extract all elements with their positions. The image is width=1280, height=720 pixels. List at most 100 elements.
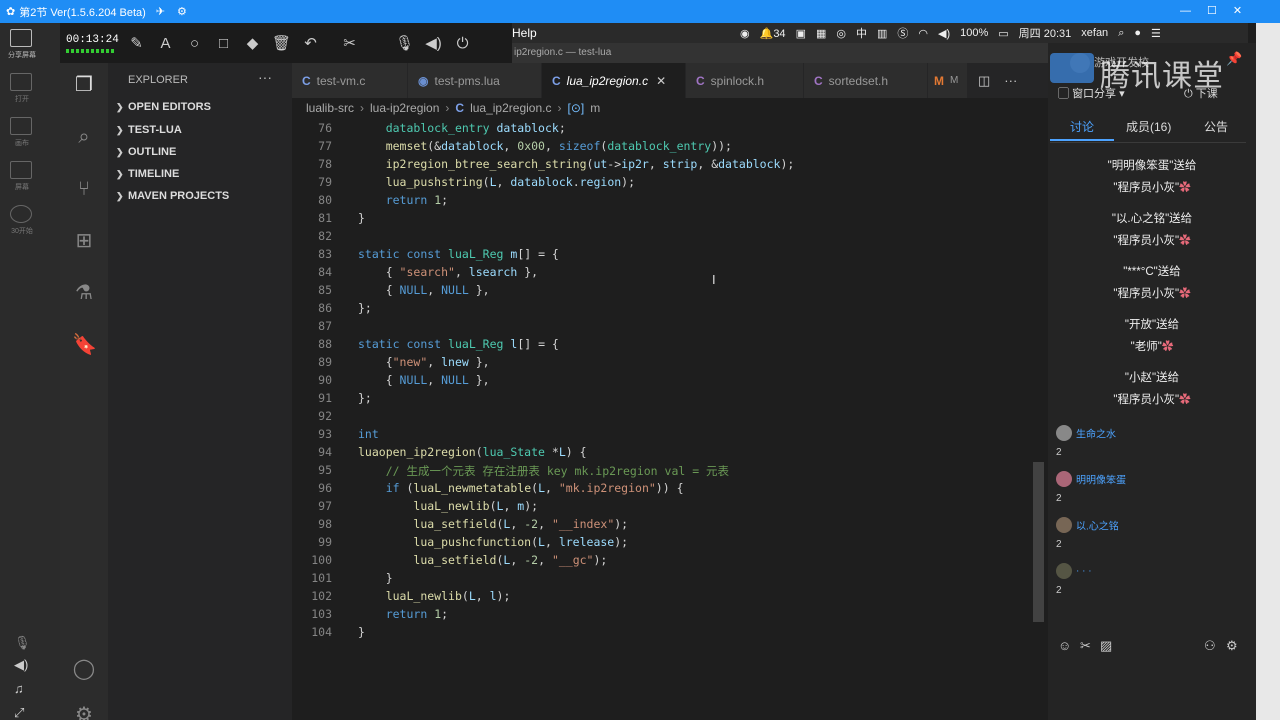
spotlight-icon[interactable]: ⌕ [1118,27,1124,40]
maximize-icon[interactable]: ☐ [1207,4,1217,17]
chat-username[interactable]: 明明像笨蛋 [1076,476,1126,487]
close-icon[interactable]: ✕ [1233,4,1242,17]
scissors-icon[interactable]: ✂ [1080,638,1091,654]
testing-icon[interactable]: ⚗ [72,281,96,305]
mic-icon[interactable]: 🎙 [14,635,31,651]
tab-sortedset[interactable]: Csortedset.h [804,63,928,98]
pin-panel-icon[interactable]: 📌 [1226,51,1242,67]
explorer-icon[interactable]: ❐ [72,73,96,97]
tab-discussion[interactable]: 讨论 [1070,118,1094,135]
breadcrumb-folder[interactable]: lua-ip2region [370,101,439,115]
editor-scrollbar[interactable] [1033,462,1044,622]
circle-tool-icon[interactable]: ○ [180,35,209,52]
line-number: 96 [318,481,332,495]
minimize-icon[interactable]: — [1180,5,1191,17]
code-line: static const luaL_Reg l[] = { [358,337,559,351]
trash-icon[interactable]: 🗑 [267,34,296,52]
end-class-button[interactable]: ⏻ 下课 [1184,85,1218,101]
clock[interactable]: 周四 20:31 [1019,25,1072,41]
line-number: 80 [318,193,332,207]
tray-icon-circle[interactable]: ◎ [836,27,846,40]
tray-icon-box[interactable]: ▥ [877,27,887,40]
account-icon[interactable]: ◯ [72,657,96,681]
emoji-icon[interactable]: ☺ [1058,638,1071,653]
tab-test-vm[interactable]: Ctest-vm.c [292,63,408,98]
microphone-icon[interactable]: 🎙 [390,34,419,52]
power-icon[interactable]: ⏻ [448,35,477,52]
search-icon[interactable]: ⌕ [72,125,96,149]
tray-icon-w[interactable]: ▣ [796,27,806,40]
activity-bar: ❐ ⌕ ⑂ ⊞ ⚗ 🔖 ◯ ⚙ [60,63,108,720]
settings-gear-icon[interactable]: ⚙ [72,703,96,720]
github-icon[interactable]: ◉ [740,27,750,40]
control-center-icon[interactable]: ☰ [1151,27,1161,40]
avatar[interactable] [1056,471,1072,487]
tools-icon[interactable]: ✂ [335,34,364,52]
volume-icon[interactable]: ◀) [938,27,950,40]
rect-tool-icon[interactable]: □ [209,35,238,52]
speaker-icon[interactable]: ◀) [14,657,28,673]
breadcrumb-file[interactable]: lua_ip2region.c [470,101,551,115]
canvas-icon[interactable] [10,117,32,135]
share-screen-icon[interactable] [10,29,32,47]
wifi-icon[interactable]: ◠ [918,27,928,40]
source-control-icon[interactable]: ⑂ [72,177,96,201]
section-open-editors[interactable]: ❯ OPEN EDITORS [116,101,292,113]
settings-icon[interactable]: ⚙ [177,5,187,18]
extensions-icon[interactable]: ⊞ [72,229,96,253]
tray-icon-grid[interactable]: ▦ [816,27,826,40]
siri-icon[interactable]: ● [1134,27,1141,39]
user-name[interactable]: xefan [1081,27,1108,39]
tab-members[interactable]: 成员(16) [1126,118,1171,135]
code-editor[interactable]: 76 datablock_entry datablock; 77 memset(… [292,118,1032,639]
chat-settings-icon[interactable]: ⚙ [1226,638,1238,654]
chat-username[interactable]: 以.心之铭 [1076,522,1119,533]
more-actions-icon[interactable]: ··· [1004,73,1017,88]
explorer-more-icon[interactable]: ··· [258,69,272,85]
tab-spinlock[interactable]: Cspinlock.h [686,63,804,98]
volume-icon[interactable]: ◀) [419,34,448,52]
pin-icon[interactable]: ✈ [156,5,165,18]
recording-toolbar: 00:13:24 ✎ A ○ □ ◆ 🗑 ↶ ✂ 🎙 ◀) ⏻ [60,23,512,63]
pen-icon[interactable]: ✎ [122,34,151,52]
tray-icon-s[interactable]: Ⓢ [897,25,908,41]
section-outline[interactable]: ❯ OUTLINE [116,146,292,158]
undo-icon[interactable]: ↶ [296,34,325,52]
avatar[interactable] [1056,517,1072,533]
chat-username[interactable]: · · · [1076,566,1092,577]
window-share-button[interactable]: ▢ 窗口分享 ▾ [1058,85,1125,101]
tab-announcement[interactable]: 公告 [1204,118,1228,135]
menu-help[interactable]: Help [512,26,537,40]
section-label: OUTLINE [128,146,177,158]
tab-markdown[interactable]: MM [928,63,968,98]
line-number: 81 [318,211,332,225]
wechat-icon[interactable]: 🔔34 [760,27,786,40]
chat-message: 明明像笨蛋 2 [1056,471,1126,504]
members-settings-icon[interactable]: ⚇ [1204,638,1216,654]
gift-recipient-name: "程序员小灰" [1113,288,1180,300]
markdown-file-icon: M [934,73,944,88]
section-timeline[interactable]: ❯ TIMELINE [116,168,292,180]
chat-username[interactable]: 生命之水 [1076,430,1116,441]
music-icon[interactable]: ♫ [14,681,24,696]
tab-test-pms[interactable]: ◉ test-pms.lua [408,63,542,98]
tab-lua-ip2region[interactable]: Clua_ip2region.c ✕ [542,63,686,98]
open-icon[interactable] [10,73,32,91]
flower-icon: ✿ [1179,235,1191,247]
breadcrumb-symbol[interactable]: m [590,101,600,115]
section-maven-projects[interactable]: ❯ MAVEN PROJECTS [116,190,292,202]
ime-indicator[interactable]: 中 [856,25,867,41]
image-icon[interactable]: ▨ [1100,638,1112,654]
text-tool-icon[interactable]: A [151,35,180,52]
avatar[interactable] [1056,425,1072,441]
eraser-icon[interactable]: ◆ [238,34,267,52]
section-test-lua[interactable]: ❯ TEST-LUA [116,124,292,136]
breadcrumb-folder[interactable]: lualib-src [306,101,354,115]
close-tab-icon[interactable]: ✕ [656,74,666,88]
bookmark-icon[interactable]: 🔖 [72,333,97,357]
camera-icon[interactable] [10,205,32,223]
split-editor-icon[interactable]: ◫ [978,73,990,89]
screen-icon[interactable] [10,161,32,179]
avatar[interactable] [1056,563,1072,579]
fullscreen-icon[interactable]: ⤢ [14,705,24,720]
